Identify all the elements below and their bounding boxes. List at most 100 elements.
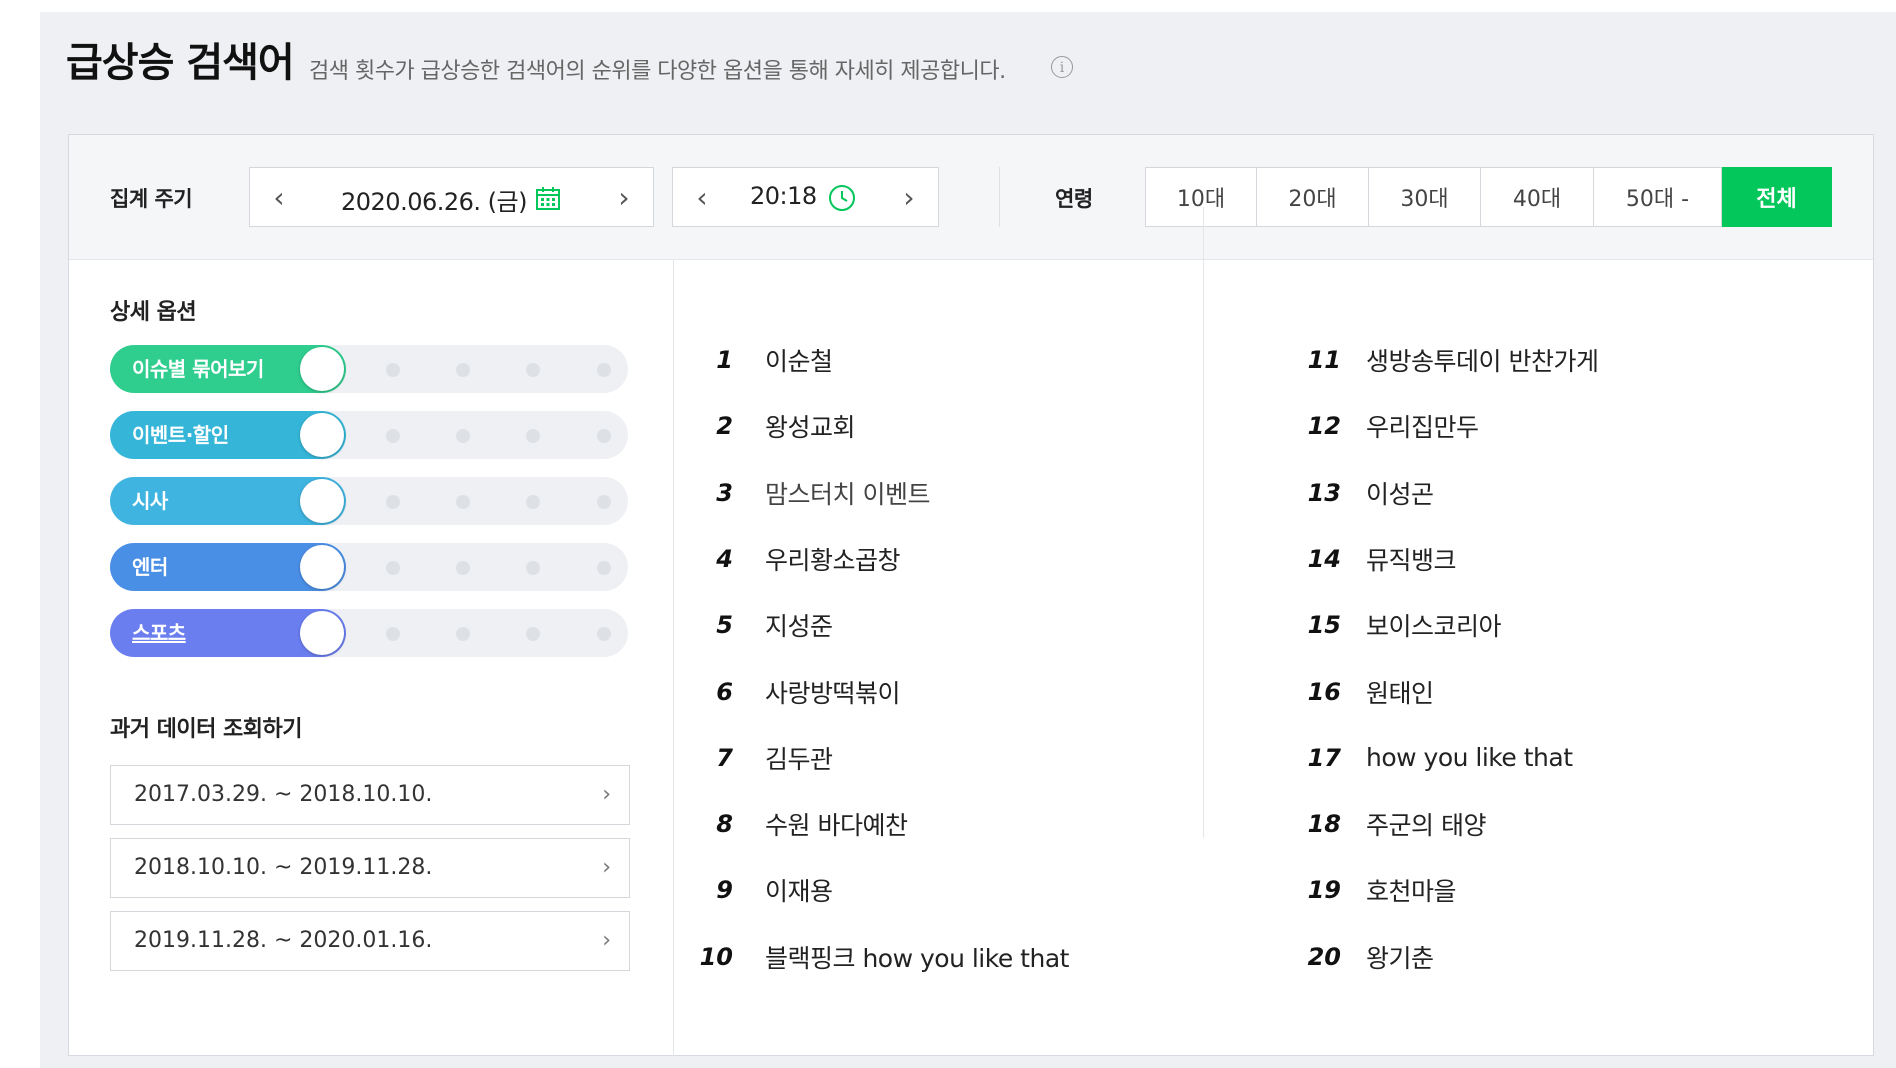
age-20s-button[interactable]: 20대 — [1257, 167, 1369, 227]
ranking-item[interactable]: 8 수원 바다예찬 — [663, 804, 908, 844]
rank-keyword: 블랙핑크 how you like that — [765, 943, 1069, 973]
rank-keyword: 원태인 — [1366, 678, 1434, 708]
ranking-item[interactable]: 7 김두관 — [663, 738, 833, 778]
rank-keyword: 사랑방떡볶이 — [765, 678, 901, 708]
toggle-entertainment[interactable]: 엔터 — [110, 543, 628, 591]
toggle-dot — [597, 429, 611, 443]
rank-keyword: 우리황소곱창 — [765, 545, 901, 575]
rank-number: 2 — [716, 412, 733, 441]
rank-keyword: 이성곤 — [1366, 479, 1434, 509]
toggle-label: 시사 — [132, 489, 168, 513]
rank-number: 9 — [716, 876, 733, 905]
age-30s-button[interactable]: 30대 — [1369, 167, 1481, 227]
rank-number: 15 — [1307, 611, 1341, 640]
ranking-item[interactable]: 20 왕기춘 — [1271, 937, 1434, 977]
ranking-item[interactable]: 6 사랑방떡볶이 — [663, 672, 900, 712]
age-40s-button[interactable]: 40대 — [1481, 167, 1594, 227]
chevron-right-icon: › — [602, 855, 611, 880]
chevron-right-icon[interactable]: › — [884, 168, 934, 226]
time-value[interactable]: 20:18 — [750, 182, 817, 210]
ranking-item[interactable]: 13 이성곤 — [1271, 473, 1434, 513]
rank-number: 1 — [716, 346, 733, 374]
ranking-item[interactable]: 9 이재용 — [663, 870, 833, 910]
toggle-event-sale[interactable]: 이벤트·할인 — [110, 411, 628, 459]
toggle-dot — [386, 363, 400, 377]
toggle-knob[interactable] — [300, 413, 344, 457]
ranking-item[interactable]: 10 블랙핑크 how you like that — [663, 937, 1070, 977]
chevron-right-icon: › — [602, 928, 611, 953]
toggle-dot — [526, 627, 540, 641]
page-description: 검색 횟수가 급상승한 검색어의 순위를 다양한 옵션을 통해 자세히 제공합니… — [309, 59, 1006, 84]
ranking-item[interactable]: 3 맘스터치 이벤트 — [663, 473, 930, 513]
past-period-item[interactable]: 2018.10.10. ~ 2019.11.28. › — [110, 838, 630, 898]
rank-keyword: 맘스터치 이벤트 — [765, 479, 930, 509]
age-50s-button[interactable]: 50대 - — [1594, 167, 1722, 227]
toggle-dot — [456, 495, 470, 509]
toggle-label: 이벤트·할인 — [132, 423, 229, 447]
info-icon[interactable]: i — [1051, 56, 1073, 78]
ranking-item[interactable]: 12 우리집만두 — [1271, 406, 1479, 446]
rank-number: 4 — [716, 544, 733, 573]
date-value[interactable]: 2020.06.26. (금) — [341, 182, 527, 217]
toggle-dot — [386, 627, 400, 641]
ranking-item[interactable]: 18 주군의 태양 — [1271, 804, 1487, 844]
ranking-item[interactable]: 5 지성준 — [663, 605, 833, 645]
chevron-right-icon: › — [602, 782, 611, 807]
age-10s-button[interactable]: 10대 — [1145, 167, 1257, 227]
toggle-dot — [526, 429, 540, 443]
ranking-item[interactable]: 17 how you like that — [1271, 738, 1573, 778]
calendar-icon[interactable] — [535, 185, 561, 211]
toggle-knob[interactable] — [300, 611, 344, 655]
toggle-dot — [456, 627, 470, 641]
rank-keyword: 우리집만두 — [1366, 413, 1479, 443]
past-period-item[interactable]: 2019.11.28. ~ 2020.01.16. › — [110, 911, 630, 971]
ranking-item[interactable]: 16 원태인 — [1271, 672, 1434, 712]
age-selector: 10대 20대 30대 40대 50대 - 전체 — [1145, 167, 1832, 227]
toggle-sports[interactable]: 스포츠 — [110, 609, 628, 657]
past-period-text: 2018.10.10. ~ 2019.11.28. — [134, 855, 433, 880]
chevron-right-icon[interactable]: › — [599, 168, 649, 226]
rank-keyword: 뮤직뱅크 — [1366, 545, 1457, 575]
toggle-label: 엔터 — [132, 555, 168, 579]
chevron-left-icon[interactable]: ‹ — [677, 168, 727, 226]
ranking-item[interactable]: 4 우리황소곱창 — [663, 539, 900, 579]
rank-number: 6 — [716, 677, 733, 706]
toggle-dot — [456, 363, 470, 377]
options-column: 상세 옵션 이슈별 묶어보기 이벤트·할인 시사 엔터 스포츠 과거 데이터 조… — [69, 259, 674, 1056]
clock-icon[interactable] — [828, 184, 856, 212]
toggle-knob[interactable] — [300, 347, 344, 391]
toggle-dot — [526, 561, 540, 575]
ranking-item[interactable]: 11 생방송투데이 반찬가게 — [1271, 340, 1599, 380]
toggle-dot — [597, 561, 611, 575]
rank-number: 18 — [1307, 810, 1341, 839]
time-picker: ‹ 20:18 › — [672, 167, 939, 227]
ranking-item[interactable]: 19 호천마을 — [1271, 870, 1457, 910]
rank-keyword: 생방송투데이 반찬가게 — [1366, 347, 1599, 376]
rank-keyword: how you like that — [1366, 743, 1573, 773]
toggle-knob[interactable] — [300, 545, 344, 589]
toggle-news[interactable]: 시사 — [110, 477, 628, 525]
chevron-left-icon[interactable]: ‹ — [254, 168, 304, 226]
period-label: 집계 주기 — [110, 187, 193, 211]
age-all-button[interactable]: 전체 — [1722, 167, 1832, 227]
ranking-item[interactable]: 2 왕성교회 — [663, 406, 855, 446]
ranking-panel: 집계 주기 ‹ 2020.06.26. (금) › ‹ 20:18 › 연령 1… — [68, 134, 1874, 1056]
rank-number: 10 — [699, 942, 733, 971]
toggle-issue-group[interactable]: 이슈별 묶어보기 — [110, 345, 628, 393]
page-title: 급상승 검색어 — [66, 40, 295, 86]
rank-number: 19 — [1307, 876, 1341, 905]
options-title: 상세 옵션 — [110, 300, 197, 325]
rank-number: 7 — [716, 743, 733, 772]
ranking-item[interactable]: 1 이순철 — [663, 340, 833, 380]
ranking-item[interactable]: 15 보이스코리아 — [1271, 605, 1502, 645]
filter-divider — [999, 167, 1000, 227]
ranking-item[interactable]: 14 뮤직뱅크 — [1271, 539, 1457, 579]
toggle-dot — [386, 561, 400, 575]
toggle-knob[interactable] — [300, 479, 344, 523]
past-period-item[interactable]: 2017.03.29. ~ 2018.10.10. › — [110, 765, 630, 825]
rank-number: 5 — [716, 611, 733, 640]
rank-keyword: 주군의 태양 — [1366, 811, 1486, 841]
toggle-dot — [526, 495, 540, 509]
rank-keyword: 왕성교회 — [765, 413, 856, 443]
toggle-dot — [597, 627, 611, 641]
